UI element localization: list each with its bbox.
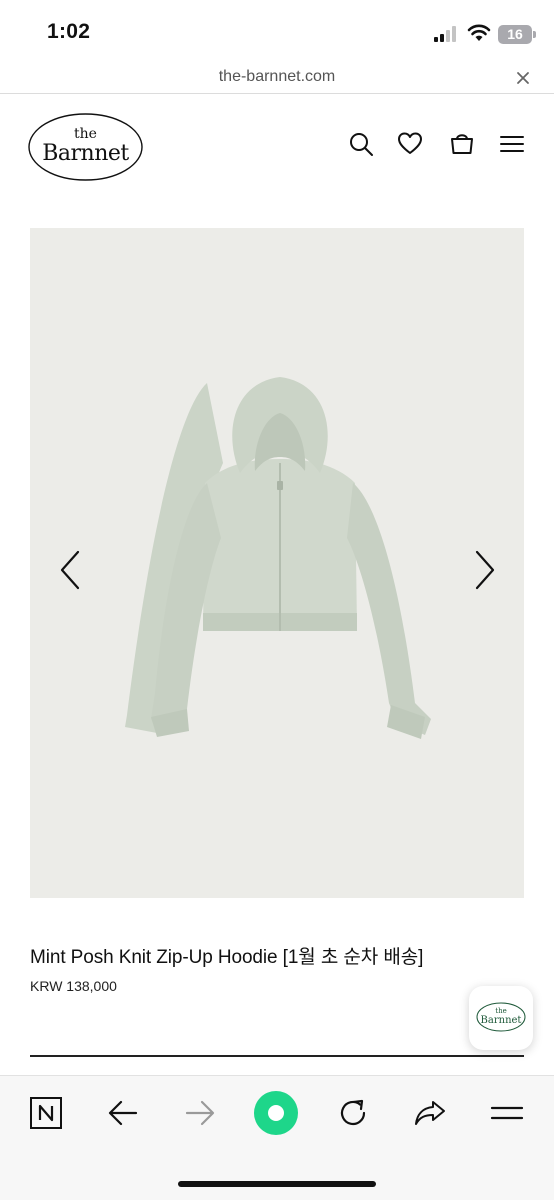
barnnet-mini-logo: the Barnnet	[476, 1002, 526, 1032]
svg-text:the: the	[495, 1007, 506, 1015]
floating-chat-logo-button[interactable]: the Barnnet	[469, 986, 533, 1050]
url-bar[interactable]: the-barnnet.com	[0, 62, 554, 94]
url-text[interactable]: the-barnnet.com	[0, 68, 554, 86]
forward-arrow-icon[interactable]	[183, 1096, 217, 1130]
site-logo[interactable]: the Barnnet	[27, 112, 144, 182]
battery-tip	[533, 31, 536, 38]
carousel-next-arrow-icon[interactable]	[469, 548, 499, 592]
product-price: KRW 138,000	[30, 978, 117, 994]
product-title: Mint Posh Knit Zip-Up Hoodie [1월 초 순차 배송…	[30, 947, 424, 968]
product-image-carousel[interactable]	[30, 228, 524, 898]
close-icon[interactable]	[514, 69, 532, 87]
menu-icon[interactable]	[498, 130, 526, 158]
divider	[30, 1055, 524, 1057]
cellular-signal-icon	[434, 26, 456, 42]
browser-toolbar	[0, 1075, 554, 1200]
svg-text:Barnnet: Barnnet	[42, 141, 129, 166]
status-time: 1:02	[47, 20, 91, 43]
battery-indicator: 16	[498, 25, 532, 44]
share-icon[interactable]	[413, 1096, 447, 1130]
status-bar: 1:02 16	[0, 0, 554, 62]
bag-icon[interactable]	[448, 130, 476, 158]
hoodie-product-photo	[125, 377, 431, 739]
home-indicator	[178, 1181, 376, 1187]
wifi-icon	[467, 24, 491, 41]
back-arrow-icon[interactable]	[106, 1096, 140, 1130]
reload-icon[interactable]	[336, 1096, 370, 1130]
svg-text:Barnnet: Barnnet	[481, 1015, 522, 1026]
heart-icon[interactable]	[396, 130, 424, 158]
menu-icon[interactable]	[490, 1096, 524, 1130]
carousel-prev-arrow-icon[interactable]	[56, 548, 86, 592]
green-record-icon[interactable]	[254, 1091, 298, 1135]
search-icon[interactable]	[347, 130, 375, 158]
n-home-icon[interactable]	[29, 1096, 63, 1130]
svg-text:the: the	[74, 126, 97, 142]
